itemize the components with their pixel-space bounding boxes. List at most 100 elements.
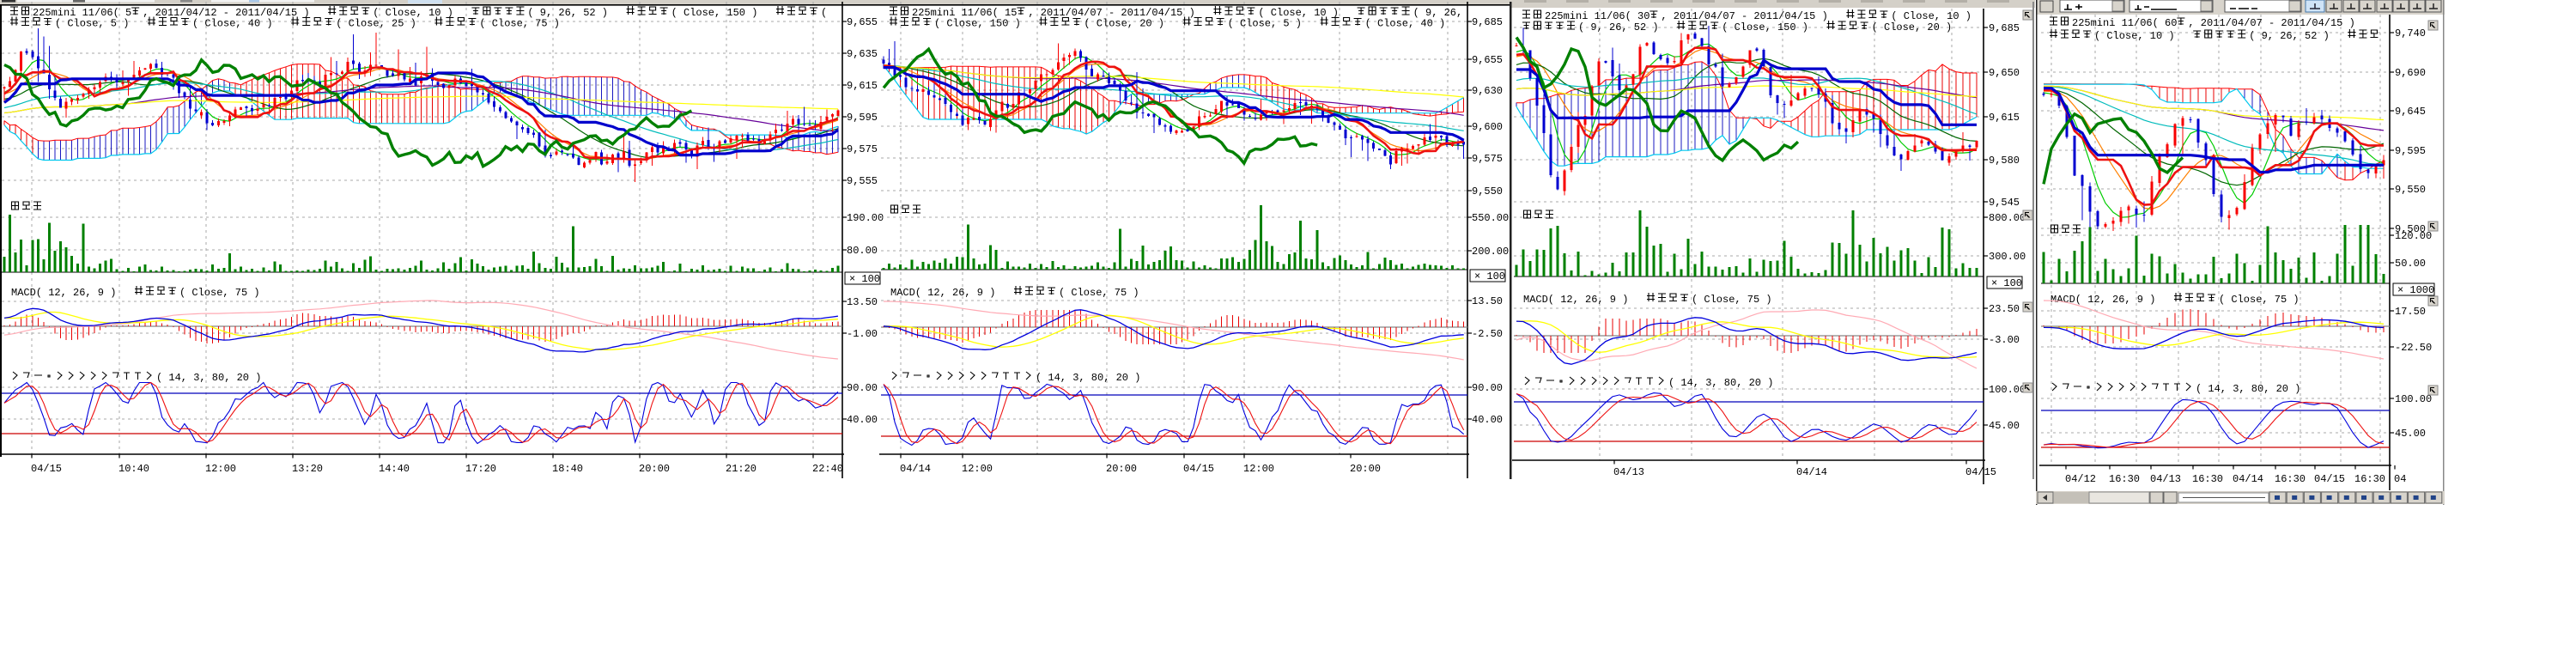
svg-text:( Close, 5 ): ( Close, 5 ) [1228, 18, 1321, 30]
svg-text:9,575: 9,575 [1472, 153, 1503, 165]
svg-text:04/12: 04/12 [2065, 473, 2096, 485]
svg-text:9,740: 9,740 [2395, 27, 2426, 39]
svg-text:550.00: 550.00 [1472, 212, 1509, 224]
svg-text:9,645: 9,645 [2395, 106, 2426, 118]
svg-text:9,655: 9,655 [1472, 54, 1503, 66]
svg-text:16:30: 16:30 [2275, 473, 2306, 485]
svg-text:9,650: 9,650 [1989, 67, 2020, 79]
svg-text:120.00: 120.00 [2395, 230, 2432, 242]
svg-text:9,550: 9,550 [2395, 184, 2426, 196]
svg-text:9,635: 9,635 [847, 48, 878, 60]
svg-text:( 14, 3, 80, 20 ): ( 14, 3, 80, 20 ) [1668, 377, 1773, 389]
svg-text:( Close, 75 ): ( Close, 75 ) [1059, 287, 1139, 299]
svg-text:40.00: 40.00 [847, 414, 878, 426]
svg-text:04/13: 04/13 [2150, 473, 2181, 485]
svg-text:100.00: 100.00 [2395, 393, 2432, 405]
svg-text:16:30: 16:30 [2109, 473, 2140, 485]
svg-text:23.50: 23.50 [1989, 303, 2020, 315]
svg-text:800.00: 800.00 [1989, 212, 2026, 224]
svg-text:MACD( 12, 26, 9 ): MACD( 12, 26, 9 ) [2050, 294, 2174, 306]
svg-text:MACD( 12, 26, 9 ): MACD( 12, 26, 9 ) [1523, 294, 1647, 306]
svg-text:12:00: 12:00 [1243, 463, 1274, 475]
svg-text:9,550: 9,550 [1472, 185, 1503, 197]
svg-text:( Close, 40 ): ( Close, 40 ) [1365, 18, 1446, 30]
svg-text:( Close, 75 ): ( Close, 75 ) [179, 287, 260, 299]
svg-text:( Close, 75 ): ( Close, 75 ) [2219, 294, 2300, 306]
svg-text:225mini 11/06( 30: 225mini 11/06( 30 [1545, 10, 1649, 22]
svg-text:04/15: 04/15 [31, 463, 62, 475]
svg-text:× 1000: × 1000 [2397, 284, 2434, 296]
svg-text:-22.50: -22.50 [2395, 342, 2432, 354]
svg-text:9,545: 9,545 [1989, 197, 2020, 209]
svg-text:04/14: 04/14 [900, 463, 931, 475]
svg-text:9,600: 9,600 [1472, 121, 1503, 133]
svg-text:9,555: 9,555 [847, 175, 878, 187]
svg-text:( Close, 75 ): ( Close, 75 ) [479, 18, 560, 30]
svg-text:× 100: × 100 [1991, 277, 2022, 289]
svg-text:( Close, 20 ): ( Close, 20 ) [1872, 21, 1971, 33]
svg-text:( Close, 5 ): ( Close, 5 ) [55, 18, 148, 30]
svg-text:9,615: 9,615 [847, 80, 878, 92]
svg-text:MACD( 12, 26, 9 ): MACD( 12, 26, 9 ) [11, 287, 135, 299]
svg-text:9,685: 9,685 [1472, 16, 1503, 28]
svg-text:( Close, 10 ): ( Close, 10 ) [2094, 30, 2193, 42]
svg-text:21:20: 21:20 [726, 463, 756, 475]
svg-text:80.00: 80.00 [847, 245, 878, 257]
svg-text:20:00: 20:00 [1350, 463, 1381, 475]
svg-text:13:20: 13:20 [292, 463, 323, 475]
svg-text:( 14, 3, 80, 20 ): ( 14, 3, 80, 20 ) [156, 372, 261, 384]
svg-text:9,685: 9,685 [1989, 22, 2020, 34]
svg-text:10:40: 10:40 [118, 463, 149, 475]
svg-text:22:40: 22:40 [812, 463, 843, 475]
svg-text:18:40: 18:40 [552, 463, 583, 475]
svg-text:( Close, 150 ): ( Close, 150 ) [1722, 21, 1826, 33]
svg-text:-1.00: -1.00 [847, 328, 878, 340]
svg-text:( Close, 20 ): ( Close, 20 ) [1084, 18, 1182, 30]
svg-text:( Close, 75 ): ( Close, 75 ) [1692, 294, 1772, 306]
svg-text:100.00: 100.00 [1989, 384, 2026, 396]
svg-text:( 9, 26, 52 ): ( 9, 26, 52 ) [2249, 30, 2348, 42]
svg-text:04/13: 04/13 [1613, 466, 1644, 478]
svg-text:( 14, 3, 80, 20 ): ( 14, 3, 80, 20 ) [1036, 372, 1140, 384]
svg-text:300.00: 300.00 [1989, 251, 2026, 263]
svg-text:13.50: 13.50 [1472, 295, 1503, 307]
svg-text:(: ( [821, 7, 833, 19]
svg-text:, 2011/04/07 - 2011/04/15 ): , 2011/04/07 - 2011/04/15 ) [1661, 10, 1846, 22]
svg-text:9,690: 9,690 [2395, 67, 2426, 79]
svg-text:14:40: 14:40 [379, 463, 410, 475]
svg-text:12:00: 12:00 [205, 463, 236, 475]
svg-text:( 14, 3, 80, 20 ): ( 14, 3, 80, 20 ) [2196, 383, 2300, 395]
svg-text:17:20: 17:20 [465, 463, 496, 475]
svg-text:9,630: 9,630 [1472, 85, 1503, 97]
svg-text:04/15: 04/15 [1183, 463, 1214, 475]
svg-text:17.50: 17.50 [2395, 306, 2426, 318]
svg-text:04/14: 04/14 [2233, 473, 2263, 485]
svg-text:( Close, 25 ): ( Close, 25 ) [336, 18, 434, 30]
svg-text:( Close, 150 ): ( Close, 150 ) [671, 7, 776, 19]
svg-text:20:00: 20:00 [639, 463, 670, 475]
svg-text:MACD( 12, 26, 9 ): MACD( 12, 26, 9 ) [890, 287, 1014, 299]
svg-text:-2.50: -2.50 [1472, 328, 1503, 340]
svg-text:9,595: 9,595 [2395, 145, 2426, 157]
svg-text:13.50: 13.50 [847, 296, 878, 308]
svg-text:190.00: 190.00 [847, 212, 884, 224]
svg-text:9,580: 9,580 [1989, 155, 2020, 167]
svg-text:200.00: 200.00 [1472, 246, 1509, 258]
svg-text:( Close, 10 ): ( Close, 10 ) [1891, 10, 1971, 22]
svg-text:9,595: 9,595 [847, 112, 878, 124]
svg-text:9,655: 9,655 [847, 16, 878, 28]
svg-text:40.00: 40.00 [1472, 414, 1503, 426]
svg-text:12:00: 12:00 [962, 463, 993, 475]
svg-text:× 100: × 100 [849, 273, 880, 285]
svg-text:04/15: 04/15 [1965, 466, 1996, 478]
svg-text:( 9, 26, 52 ): ( 9, 26, 52 ) [1578, 21, 1677, 33]
svg-text:45.00: 45.00 [2395, 428, 2426, 440]
svg-text:-3.00: -3.00 [1989, 334, 2020, 346]
svg-text:( Close, 40 ): ( Close, 40 ) [192, 18, 291, 30]
svg-text:04/14: 04/14 [1796, 466, 1827, 478]
svg-text:225mini 11/06( 60: 225mini 11/06( 60 [2072, 17, 2177, 29]
svg-text:( Close, 150 ): ( Close, 150 ) [934, 18, 1039, 30]
svg-text:90.00: 90.00 [1472, 382, 1503, 394]
svg-text:9,615: 9,615 [1989, 112, 2020, 124]
svg-text:16:30: 16:30 [2354, 473, 2385, 485]
